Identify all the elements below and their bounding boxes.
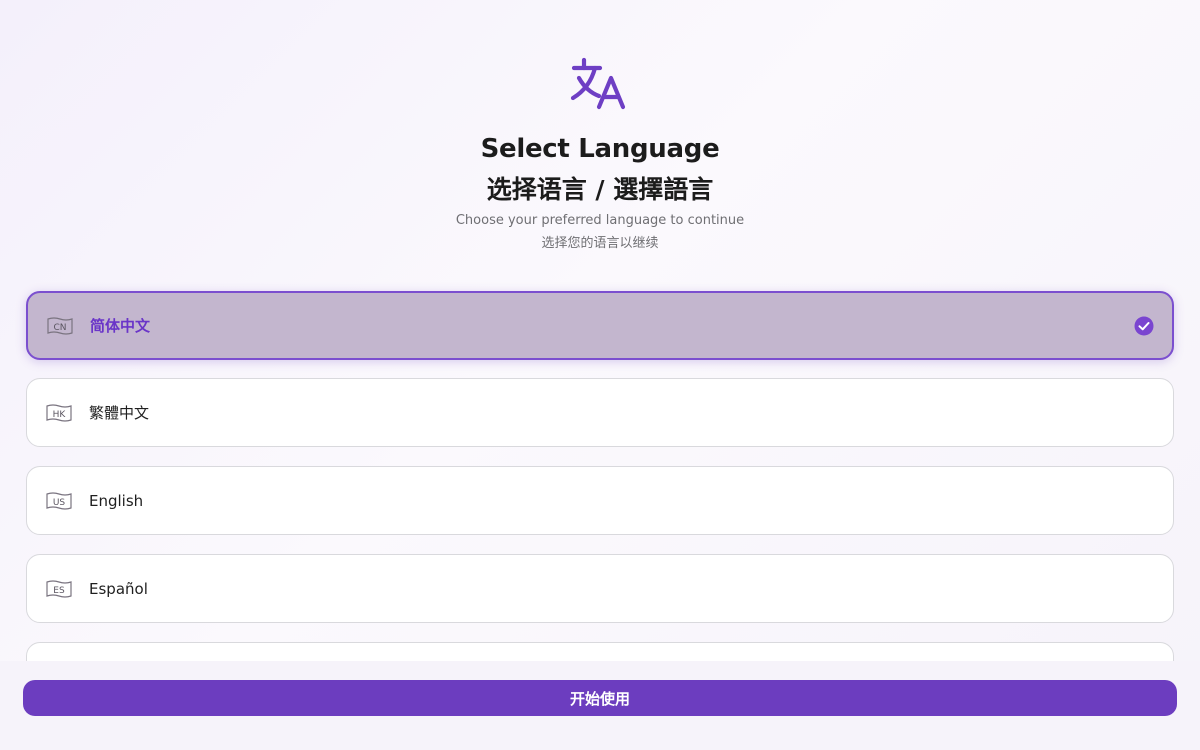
language-option-english[interactable]: US English [26, 466, 1174, 535]
page-title-zh: 选择语言 / 選擇語言 [486, 175, 714, 204]
language-label: Español [89, 579, 148, 598]
page-title-en: Select Language [480, 134, 720, 164]
flag-icon: ES [45, 579, 73, 599]
language-option-traditional-chinese[interactable]: HK 繁體中文 [26, 378, 1174, 447]
flag-icon: HK [45, 403, 73, 423]
flag-code: ES [53, 586, 65, 596]
flag-code: HK [53, 410, 67, 420]
language-option-partial[interactable] [26, 642, 1174, 661]
language-option-simplified-chinese[interactable]: CN 简体中文 [26, 291, 1174, 360]
translate-icon [570, 56, 630, 112]
language-label: 繁體中文 [89, 404, 150, 422]
subtitle-en: Choose your preferred language to contin… [455, 213, 745, 228]
language-label: English [89, 491, 144, 510]
flag-code: US [53, 498, 66, 508]
language-list[interactable]: CN 简体中文 HK 繁體中文 US English ES Español [0, 280, 1200, 661]
flag-icon: US [45, 491, 73, 511]
language-label: 简体中文 [90, 317, 151, 335]
language-option-spanish[interactable]: ES Español [26, 554, 1174, 623]
flag-code: CN [53, 323, 66, 333]
start-button[interactable]: 开始使用 [23, 680, 1177, 716]
check-circle-icon [1134, 316, 1154, 336]
flag-icon: CN [46, 316, 74, 336]
header: Select Language 选择语言 / 選擇語言 Choose your … [0, 0, 1200, 270]
subtitle-zh: 选择您的语言以继续 [541, 236, 659, 251]
